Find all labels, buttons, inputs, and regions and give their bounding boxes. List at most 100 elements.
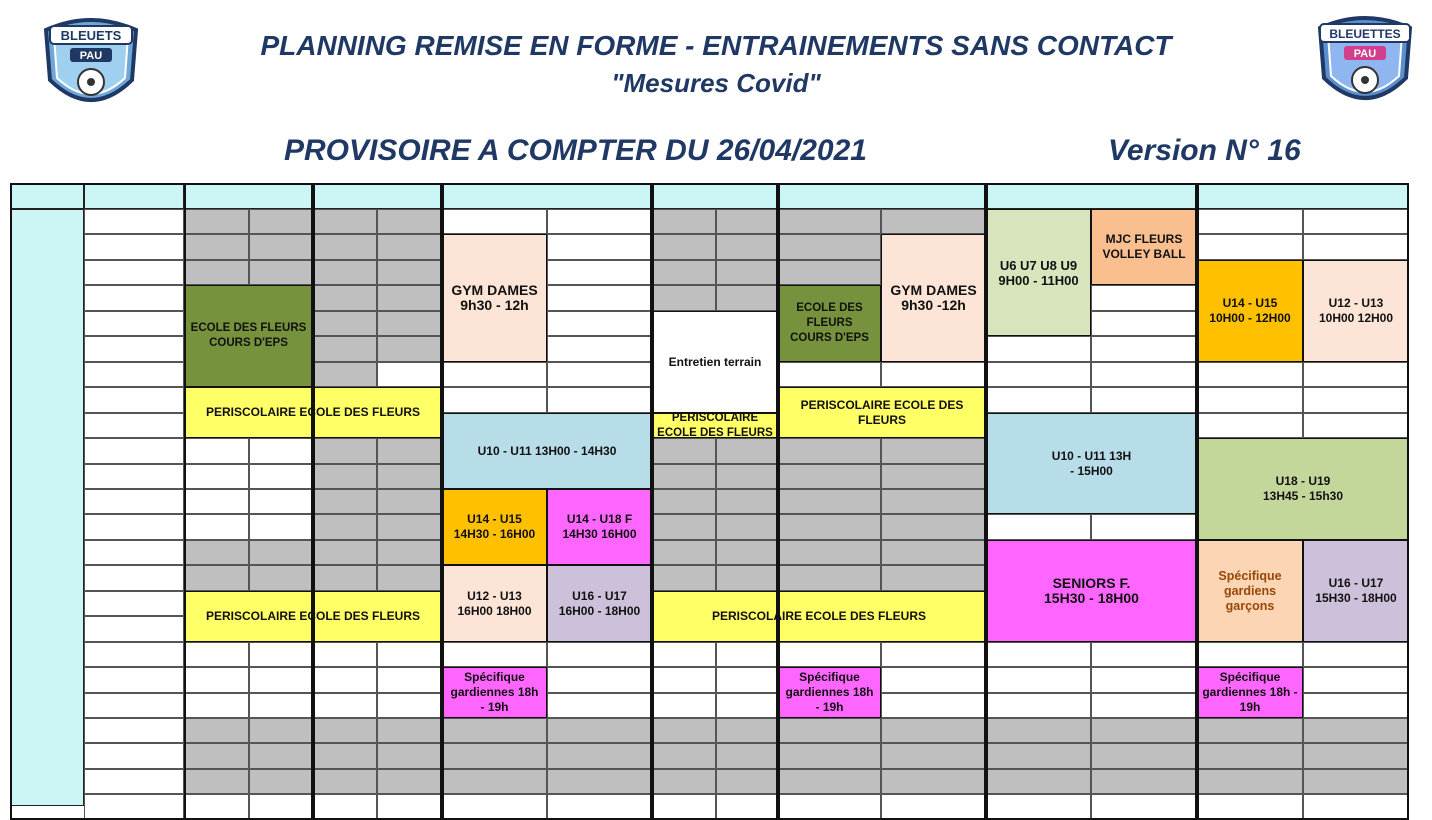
schedule-slot: [652, 743, 716, 769]
schedule-slot: [313, 769, 377, 794]
schedule-slot: [1303, 387, 1409, 413]
schedule-slot: [778, 438, 881, 464]
schedule-slot: [547, 667, 652, 693]
schedule-slot: [547, 209, 652, 234]
schedule-slot: [547, 794, 652, 820]
session-block: Spécifique gardiennes 18h - 19h: [1197, 667, 1303, 718]
schedule-slot: [377, 693, 442, 718]
schedule-slot: [716, 540, 778, 565]
schedule-slot: [881, 540, 986, 565]
schedule-slot: [986, 642, 1091, 667]
schedule-slot: [249, 769, 313, 794]
schedule-slot: [313, 642, 377, 667]
schedule-slot: [778, 362, 881, 387]
schedule-slot: [778, 260, 881, 285]
schedule-slot: [249, 209, 313, 234]
session-block: U14 - U15 14H30 - 16H00: [442, 489, 547, 565]
schedule-slot: [778, 769, 881, 794]
schedule-slot: [547, 387, 652, 413]
time-slot: [84, 540, 184, 565]
schedule-slot: [184, 794, 249, 820]
session-block: U14 - U18 F 14H30 16H00: [547, 489, 652, 565]
time-slot: [84, 794, 184, 820]
schedule-slot: [442, 743, 547, 769]
schedule-slot: [184, 260, 249, 285]
schedule-slot: [716, 642, 778, 667]
schedule-slot: [986, 743, 1091, 769]
schedule-slot: [313, 743, 377, 769]
column-header-day: [184, 183, 313, 209]
schedule-slot: [313, 285, 377, 311]
schedule-slot: [377, 489, 442, 514]
schedule-slot: [377, 514, 442, 540]
schedule-slot: [778, 565, 881, 591]
schedule-slot: [1091, 693, 1197, 718]
time-slot: [84, 769, 184, 794]
schedule-slot: [547, 769, 652, 794]
schedule-slot: [313, 311, 377, 336]
schedule-slot: [313, 514, 377, 540]
schedule-slot: [986, 387, 1091, 413]
schedule-slot: [881, 642, 986, 667]
schedule-slot: [313, 336, 377, 362]
schedule-slot: [881, 718, 986, 743]
schedule-slot: [1303, 743, 1409, 769]
schedule-slot: [377, 362, 442, 387]
schedule-slot: [1303, 667, 1409, 693]
session-block: Spécifique gardiennes 18h - 19h: [442, 667, 547, 718]
schedule-slot: [442, 718, 547, 743]
session-block: PERISCOLAIRE ECOLE DES FLEURS: [652, 591, 986, 642]
schedule-slot: [249, 489, 313, 514]
schedule-slot: [1091, 285, 1197, 311]
schedule-slot: [1091, 311, 1197, 336]
schedule-slot: [778, 718, 881, 743]
schedule-slot: [1197, 794, 1303, 820]
schedule-slot: [313, 234, 377, 260]
schedule-slot: [1091, 794, 1197, 820]
schedule-slot: [313, 489, 377, 514]
schedule-slot: [652, 438, 716, 464]
schedule-slot: [652, 540, 716, 565]
schedule-slot: [547, 336, 652, 362]
schedule-slot: [442, 209, 547, 234]
schedule-slot: [986, 514, 1091, 540]
time-slot: [84, 616, 184, 642]
session-block: GYM DAMES 9h30 -12h: [881, 234, 986, 362]
schedule-slot: [881, 769, 986, 794]
schedule-slot: [1091, 718, 1197, 743]
schedule-slot: [652, 285, 716, 311]
schedule-slot: [1303, 209, 1409, 234]
session-block: MJC FLEURS VOLLEY BALL: [1091, 209, 1197, 285]
time-slot: [84, 464, 184, 489]
schedule-slot: [547, 642, 652, 667]
schedule-slot: [652, 769, 716, 794]
session-block: GYM DAMES 9h30 - 12h: [442, 234, 547, 362]
schedule-slot: [716, 769, 778, 794]
schedule-slot: [652, 642, 716, 667]
time-slot: [84, 234, 184, 260]
schedule-slot: [778, 464, 881, 489]
session-block: U14 - U15 10H00 - 12H00: [1197, 260, 1303, 362]
schedule-slot: [184, 540, 249, 565]
schedule-slot: [313, 464, 377, 489]
schedule-slot: [249, 260, 313, 285]
schedule-slot: [313, 438, 377, 464]
schedule-slot: [249, 693, 313, 718]
session-block: U12 - U13 10H00 12H00: [1303, 260, 1409, 362]
schedule-slot: [716, 718, 778, 743]
schedule-slot: [184, 667, 249, 693]
schedule-slot: [652, 489, 716, 514]
schedule-slot: [778, 794, 881, 820]
time-slot: [84, 693, 184, 718]
schedule-slot: [1303, 693, 1409, 718]
schedule-slot: [249, 540, 313, 565]
schedule-slot: [986, 693, 1091, 718]
schedule-slot: [249, 234, 313, 260]
time-slot: [84, 311, 184, 336]
schedule-slot: [313, 794, 377, 820]
session-block: U10 - U11 13H00 - 14H30: [442, 413, 652, 489]
session-block: U6 U7 U8 U9 9H00 - 11H00: [986, 209, 1091, 336]
session-block: ECOLE DES FLEURS COURS D'EPS: [184, 285, 313, 387]
time-slot: [84, 718, 184, 743]
schedule-slot: [716, 489, 778, 514]
